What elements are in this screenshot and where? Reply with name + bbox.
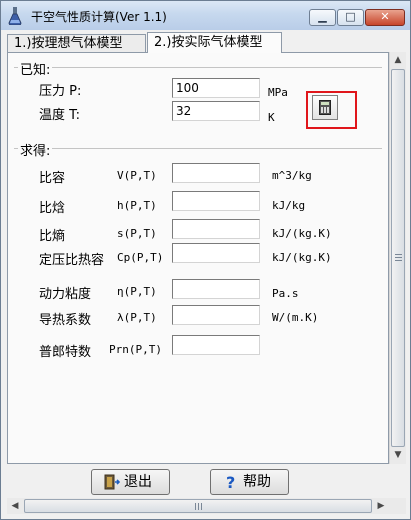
maximize-button[interactable]: □ (337, 9, 364, 26)
result-unit-specific-enthalpy: kJ/kg (272, 199, 306, 212)
vertical-scrollbar[interactable]: ▲ ▼ (389, 52, 406, 464)
result-field-specific-entropy[interactable] (172, 219, 260, 239)
result-symbol-specific-entropy: s(P,T) (117, 227, 157, 240)
scroll-up-arrow-icon[interactable]: ▲ (390, 52, 406, 69)
result-symbol-specific-enthalpy: h(P,T) (117, 199, 157, 212)
temperature-label: 温度 T: (39, 108, 81, 123)
scrollbar-corner (389, 498, 406, 514)
thumb-grip (395, 254, 402, 255)
result-field-specific-enthalpy[interactable] (172, 191, 260, 211)
result-label-specific-volume: 比容 (39, 171, 66, 186)
result-symbol-thermal-conductivity: λ(P,T) (117, 311, 157, 324)
result-field-thermal-conductivity[interactable] (172, 305, 260, 325)
known-group-label: 已知: (18, 59, 53, 78)
vertical-scroll-thumb[interactable] (391, 69, 405, 447)
result-field-specific-volume[interactable] (172, 163, 260, 183)
minimize-button[interactable]: ▁ (309, 9, 336, 26)
exit-door-icon (104, 474, 120, 490)
main-window: 干空气性质计算(Ver 1.1) ▁ □ ✕ 1.)按理想气体模型 2.)按实际… (0, 0, 411, 520)
result-unit-specific-volume: m^3/kg (272, 169, 312, 182)
results-group-label: 求得: (18, 140, 53, 159)
minimize-icon: ▁ (318, 10, 327, 23)
result-label-dynamic-viscosity: 动力粘度 (39, 287, 92, 302)
horizontal-scroll-thumb[interactable] (24, 499, 372, 513)
exit-button[interactable]: 退出 (91, 469, 170, 495)
help-button-label: 帮助 (243, 474, 271, 490)
tab-real-gas-model[interactable]: 2.)按实际气体模型 (147, 32, 282, 53)
window-title: 干空气性质计算(Ver 1.1) (31, 10, 167, 24)
result-label-prandtl-number: 普郎特数 (39, 345, 92, 360)
result-symbol-specific-volume: V(P,T) (117, 169, 157, 182)
result-label-specific-enthalpy: 比焓 (39, 201, 66, 216)
thumb-grip (195, 503, 196, 510)
known-group: 已知: (14, 59, 382, 78)
thumb-grip (198, 503, 199, 510)
thumb-grip (395, 257, 402, 258)
temperature-input[interactable] (172, 101, 260, 121)
title-bar[interactable]: 干空气性质计算(Ver 1.1) ▁ □ ✕ (1, 1, 410, 30)
close-icon: ✕ (380, 10, 390, 23)
pressure-input[interactable] (172, 78, 260, 98)
tab-strip: 1.)按理想气体模型 2.)按实际气体模型 (7, 32, 401, 53)
close-button[interactable]: ✕ (365, 9, 405, 26)
result-unit-thermal-conductivity: W/(m.K) (272, 311, 319, 324)
flask-icon (8, 7, 22, 25)
maximize-icon: □ (345, 10, 356, 23)
help-question-icon: ? (226, 474, 235, 490)
scroll-left-arrow-icon[interactable]: ◀ (7, 498, 23, 514)
highlight-box (306, 91, 357, 129)
result-field-dynamic-viscosity[interactable] (172, 279, 260, 299)
pressure-label: 压力 P: (39, 84, 82, 99)
horizontal-scrollbar[interactable]: ◀ ▶ (7, 498, 389, 514)
result-unit-specific-heat-cp: kJ/(kg.K) (272, 251, 332, 264)
exit-button-label: 退出 (124, 474, 152, 490)
thumb-grip (201, 503, 202, 510)
help-button[interactable]: ? 帮助 (210, 469, 289, 495)
scroll-right-arrow-icon[interactable]: ▶ (373, 498, 389, 514)
result-field-specific-heat-cp[interactable] (172, 243, 260, 263)
result-field-prandtl-number[interactable] (172, 335, 260, 355)
result-unit-dynamic-viscosity: Pa.s (272, 287, 299, 300)
scroll-down-arrow-icon[interactable]: ▼ (390, 447, 406, 464)
results-group: 求得: (14, 140, 382, 159)
svg-text:?: ? (226, 474, 235, 490)
result-label-specific-heat-cp: 定压比热容 (39, 253, 105, 268)
result-symbol-dynamic-viscosity: η(P,T) (117, 285, 157, 298)
pressure-unit: MPa (268, 86, 288, 99)
result-unit-specific-entropy: kJ/(kg.K) (272, 227, 332, 240)
tab-ideal-gas-model[interactable]: 1.)按理想气体模型 (7, 34, 146, 52)
result-symbol-prandtl-number: Prn(P,T) (109, 343, 162, 356)
thumb-grip (395, 260, 402, 261)
result-label-specific-entropy: 比熵 (39, 229, 66, 244)
temperature-unit: K (268, 111, 275, 124)
result-label-thermal-conductivity: 导热系数 (39, 313, 92, 328)
result-symbol-specific-heat-cp: Cp(P,T) (117, 251, 164, 264)
